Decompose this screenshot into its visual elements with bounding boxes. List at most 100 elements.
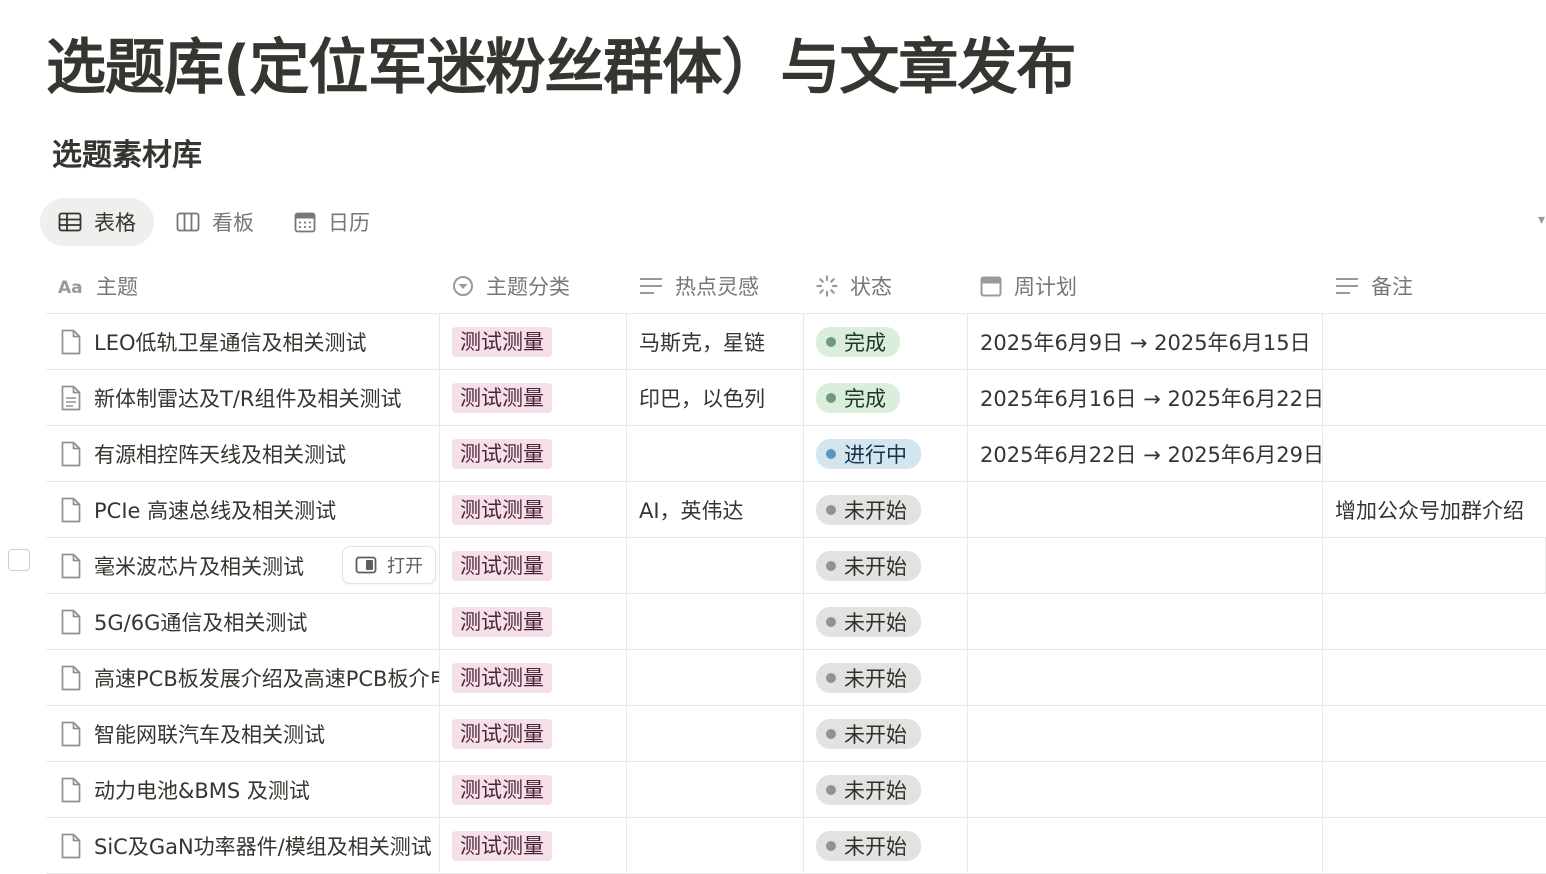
cell-hot[interactable] xyxy=(627,594,804,649)
cell-category[interactable]: 测试测量 xyxy=(440,482,627,537)
row-title[interactable]: 有源相控阵天线及相关测试 xyxy=(94,439,346,469)
cell-status[interactable]: 完成 xyxy=(804,314,968,369)
cell-category[interactable]: 测试测量 xyxy=(440,650,627,705)
cell-hot[interactable] xyxy=(627,426,804,481)
page-icon xyxy=(61,833,81,858)
open-button[interactable]: 打开 xyxy=(342,546,436,584)
cell-status[interactable]: 未开始 xyxy=(804,706,968,761)
cell-category[interactable]: 测试测量 xyxy=(440,818,627,873)
table-row[interactable]: LEO低轨卫星通信及相关测试 测试测量 马斯克，星链 完成 2025年6月9日 → 20… xyxy=(46,314,1546,370)
row-title[interactable]: PCIe 高速总线及相关测试 xyxy=(94,495,336,525)
row-title[interactable]: 智能网联汽车及相关测试 xyxy=(94,719,325,749)
cell-title[interactable]: 智能网联汽车及相关测试 xyxy=(46,706,440,761)
row-title[interactable]: 高速PCB板发展介绍及高速PCB板介电 xyxy=(94,663,439,693)
cell-category[interactable]: 测试测量 xyxy=(440,314,627,369)
table-row[interactable]: 有源相控阵天线及相关测试 测试测量 进行中 2025年6月22日 → 2025年6月2… xyxy=(46,426,1546,482)
column-header-status[interactable]: 状态 xyxy=(804,259,968,313)
table-row[interactable]: 5G/6G通信及相关测试 测试测量 未开始 xyxy=(46,594,1546,650)
cell-note[interactable] xyxy=(1323,370,1546,425)
row-title[interactable]: LEO低轨卫星通信及相关测试 xyxy=(94,327,367,357)
column-header-week[interactable]: 周计划 xyxy=(968,259,1323,313)
row-checkbox[interactable] xyxy=(8,549,30,571)
cell-week[interactable] xyxy=(968,538,1323,593)
view-more-icon[interactable]: ▾ xyxy=(1538,212,1546,226)
cell-week[interactable] xyxy=(968,818,1323,873)
cell-note[interactable] xyxy=(1323,594,1546,649)
cell-status[interactable]: 未开始 xyxy=(804,762,968,817)
column-header-hot[interactable]: 热点灵感 xyxy=(627,259,804,313)
page-title: 选题库(定位军迷粉丝群体）与文章发布 xyxy=(46,33,1076,103)
cell-week[interactable]: 2025年6月16日 → 2025年6月22日 xyxy=(968,370,1323,425)
category-tag: 测试测量 xyxy=(452,326,552,357)
cell-title[interactable]: PCIe 高速总线及相关测试 xyxy=(46,482,440,537)
table-row[interactable]: PCIe 高速总线及相关测试 测试测量 AI，英伟达 未开始 增加公众号加群介绍 xyxy=(46,482,1546,538)
cell-category[interactable]: 测试测量 xyxy=(440,426,627,481)
tab-board[interactable]: 看板 xyxy=(158,198,272,246)
cell-note[interactable] xyxy=(1323,706,1546,761)
cell-title[interactable]: 高速PCB板发展介绍及高速PCB板介电 xyxy=(46,650,440,705)
cell-note[interactable] xyxy=(1323,538,1546,593)
database-title[interactable]: 选题素材库 xyxy=(52,134,202,178)
table-row[interactable]: 新体制雷达及T/R组件及相关测试 测试测量 印巴，以色列 完成 2025年6月16日 →… xyxy=(46,370,1546,426)
cell-week[interactable] xyxy=(968,650,1323,705)
cell-hot[interactable] xyxy=(627,762,804,817)
cell-note[interactable] xyxy=(1323,818,1546,873)
cell-status[interactable]: 进行中 xyxy=(804,426,968,481)
table-row[interactable]: 高速PCB板发展介绍及高速PCB板介电 测试测量 未开始 xyxy=(46,650,1546,706)
table-body: LEO低轨卫星通信及相关测试 测试测量 马斯克，星链 完成 2025年6月9日 → 20… xyxy=(46,314,1546,874)
row-title[interactable]: SiC及GaN功率器件/模组及相关测试 xyxy=(94,831,432,861)
column-header-category[interactable]: 主题分类 xyxy=(440,259,627,313)
cell-week[interactable]: 2025年6月9日 → 2025年6月15日 xyxy=(968,314,1323,369)
row-title[interactable]: 动力电池&BMS 及测试 xyxy=(94,775,310,805)
status-badge: 未开始 xyxy=(816,550,921,581)
cell-category[interactable]: 测试测量 xyxy=(440,762,627,817)
row-title[interactable]: 毫米波芯片及相关测试 xyxy=(94,551,304,581)
cell-status[interactable]: 未开始 xyxy=(804,594,968,649)
cell-week[interactable] xyxy=(968,706,1323,761)
page-icon xyxy=(61,777,81,802)
cell-hot[interactable] xyxy=(627,818,804,873)
cell-hot[interactable] xyxy=(627,650,804,705)
cell-note[interactable] xyxy=(1323,762,1546,817)
table-row[interactable]: 智能网联汽车及相关测试 测试测量 未开始 xyxy=(46,706,1546,762)
cell-category[interactable]: 测试测量 xyxy=(440,538,627,593)
cell-title[interactable]: SiC及GaN功率器件/模组及相关测试 xyxy=(46,818,440,873)
tab-calendar[interactable]: 日历 xyxy=(276,198,388,246)
cell-status[interactable]: 未开始 xyxy=(804,538,968,593)
table-row[interactable]: SiC及GaN功率器件/模组及相关测试 测试测量 未开始 xyxy=(46,818,1546,874)
cell-hot[interactable] xyxy=(627,538,804,593)
cell-hot[interactable]: 马斯克，星链 xyxy=(627,314,804,369)
cell-week[interactable] xyxy=(968,482,1323,537)
cell-title[interactable]: 有源相控阵天线及相关测试 xyxy=(46,426,440,481)
cell-title[interactable]: 动力电池&BMS 及测试 xyxy=(46,762,440,817)
row-title[interactable]: 新体制雷达及T/R组件及相关测试 xyxy=(94,383,402,413)
column-header-note[interactable]: 备注 xyxy=(1323,259,1546,313)
tab-table[interactable]: 表格 xyxy=(40,198,154,246)
row-title[interactable]: 5G/6G通信及相关测试 xyxy=(94,607,307,637)
column-header-title[interactable]: Aa 主题 xyxy=(46,259,440,313)
cell-status[interactable]: 未开始 xyxy=(804,482,968,537)
cell-note[interactable]: 增加公众号加群介绍 xyxy=(1323,482,1546,537)
table-row[interactable]: 动力电池&BMS 及测试 测试测量 未开始 xyxy=(46,762,1546,818)
cell-hot[interactable]: 印巴，以色列 xyxy=(627,370,804,425)
cell-week[interactable] xyxy=(968,762,1323,817)
cell-week[interactable] xyxy=(968,594,1323,649)
cell-note[interactable] xyxy=(1323,426,1546,481)
cell-title[interactable]: 5G/6G通信及相关测试 xyxy=(46,594,440,649)
cell-category[interactable]: 测试测量 xyxy=(440,370,627,425)
cell-category[interactable]: 测试测量 xyxy=(440,594,627,649)
cell-category[interactable]: 测试测量 xyxy=(440,706,627,761)
cell-hot[interactable]: AI，英伟达 xyxy=(627,482,804,537)
cell-note[interactable] xyxy=(1323,650,1546,705)
cell-title[interactable]: LEO低轨卫星通信及相关测试 xyxy=(46,314,440,369)
cell-week[interactable]: 2025年6月22日 → 2025年6月29日 xyxy=(968,426,1323,481)
table-row[interactable]: 毫米波芯片及相关测试 测试测量 未开始 打开 xyxy=(46,538,1546,594)
cell-status[interactable]: 完成 xyxy=(804,370,968,425)
cell-title[interactable]: 新体制雷达及T/R组件及相关测试 xyxy=(46,370,440,425)
cell-status[interactable]: 未开始 xyxy=(804,650,968,705)
text-type-icon: Aa xyxy=(58,278,83,295)
cell-status[interactable]: 未开始 xyxy=(804,818,968,873)
cell-note[interactable] xyxy=(1323,314,1546,369)
cell-hot[interactable] xyxy=(627,706,804,761)
status-dot xyxy=(826,392,836,403)
